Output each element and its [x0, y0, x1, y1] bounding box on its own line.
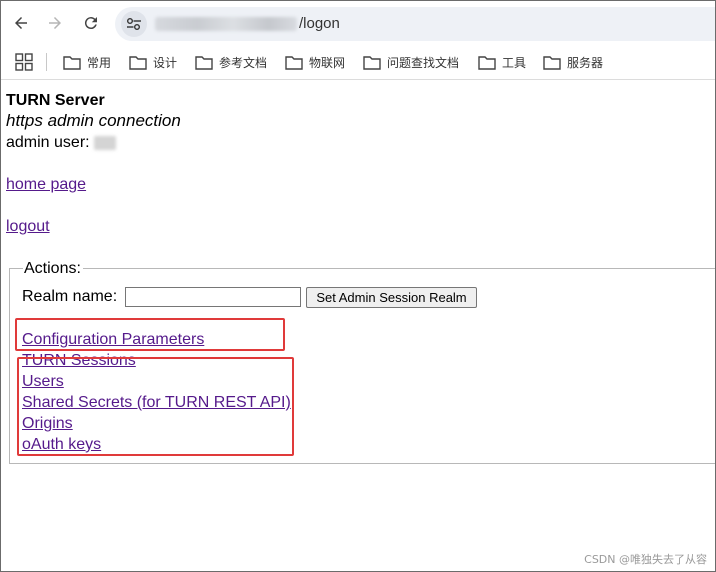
bookmark-folder-changyong[interactable]: 常用 [63, 52, 111, 72]
actions-legend: Actions: [23, 260, 83, 278]
bookmark-folder-cankaowendang[interactable]: 参考文档 [195, 52, 267, 72]
back-arrow-icon [15, 17, 27, 29]
redacted-username [93, 136, 116, 150]
folder-icon [63, 55, 81, 70]
forward-arrow-icon [49, 17, 61, 29]
watermark-text: CSDN @唯独失去了从容 [584, 553, 707, 566]
bookmark-folder-wulianwang[interactable]: 物联网 [285, 52, 345, 72]
bookmark-folder-sheji[interactable]: 设计 [129, 52, 177, 72]
bookmark-label: 工具 [502, 55, 527, 70]
admin-user-label: admin user: [6, 134, 90, 151]
address-bar[interactable]: /logon [115, 7, 715, 41]
reload-icon [84, 17, 97, 30]
tune-icon [127, 18, 141, 30]
back-button[interactable] [9, 11, 33, 35]
site-info-button[interactable] [121, 11, 147, 37]
admin-user-line: admin user: [6, 134, 116, 152]
browser-toolbar: /logon [1, 1, 715, 45]
page-subtitle: https admin connection [6, 111, 181, 130]
folder-icon [195, 55, 213, 70]
url-text: /logon [155, 15, 340, 33]
bookmark-folder-wentichazhao[interactable]: 问题查找文档 [363, 52, 459, 72]
bookmark-folder-gongju[interactable]: 工具 [478, 52, 526, 72]
reload-button[interactable] [79, 11, 103, 35]
realm-name-label: Realm name: [22, 288, 118, 305]
folder-icon [129, 55, 147, 70]
highlight-box-links [17, 357, 294, 456]
folder-icon [363, 55, 381, 70]
bookmarks-bar: 常用 设计 参考文档 物联网 问题查找文档 工具 服务器 [1, 45, 715, 80]
home-page-link[interactable]: home page [6, 176, 86, 194]
redacted-host [155, 17, 297, 32]
forward-button[interactable] [43, 11, 67, 35]
browser-window: /logon 常用 设计 参考文档 物联网 问题查找文档 工具 服务器 TURN… [0, 0, 716, 572]
bookmark-label: 物联网 [309, 55, 346, 70]
set-admin-session-realm-button[interactable]: Set Admin Session Realm [306, 287, 477, 308]
highlight-box-config [15, 318, 285, 351]
bookmark-label: 服务器 [567, 55, 604, 70]
page-content: TURN Server https admin connection admin… [1, 80, 715, 571]
bookmark-label: 常用 [87, 55, 112, 70]
url-path: /logon [299, 15, 340, 32]
page-title: TURN Server [6, 92, 105, 109]
logout-link[interactable]: logout [6, 218, 50, 236]
bookmark-label: 设计 [153, 55, 178, 70]
folder-icon [478, 55, 496, 70]
bookmarks-separator [46, 53, 47, 71]
bookmark-folder-fuwuqi[interactable]: 服务器 [543, 52, 603, 72]
bookmark-label: 参考文档 [219, 55, 268, 70]
realm-name-input[interactable] [125, 287, 301, 307]
folder-icon [543, 55, 561, 70]
bookmark-label: 问题查找文档 [387, 55, 460, 70]
apps-grid-icon[interactable] [15, 53, 33, 71]
folder-icon [285, 55, 303, 70]
